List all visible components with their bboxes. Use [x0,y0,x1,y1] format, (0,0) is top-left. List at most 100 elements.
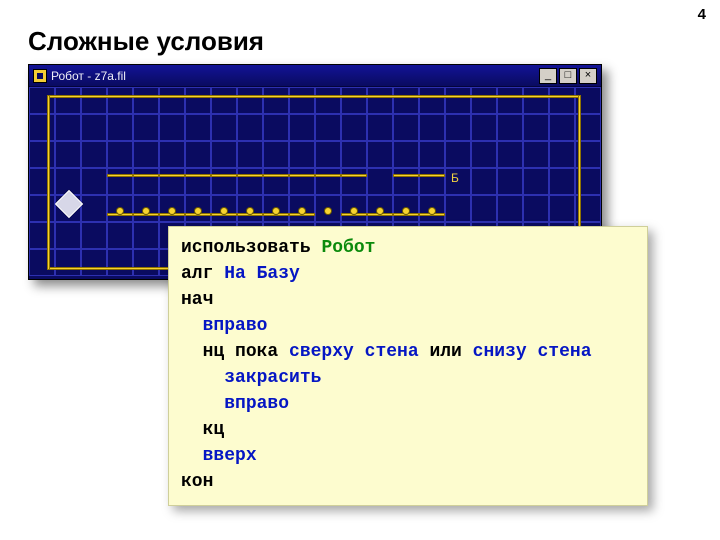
code-token [181,446,203,466]
code-content: использовать Робот алг На Базу нач вправ… [181,235,635,495]
grid-cell [549,141,575,168]
field-dot [247,208,253,214]
grid-cell [55,114,81,141]
wall-segment [393,174,419,177]
wall-segment [159,174,185,177]
maximize-button[interactable]: □ [559,68,577,84]
grid-cell [315,141,341,168]
field-dot [169,208,175,214]
grid-cell [159,87,185,114]
grid-cell [523,168,549,195]
grid-cell [55,141,81,168]
page-number: 4 [698,6,706,23]
field-dot [377,208,383,214]
grid-cell [497,87,523,114]
grid-cell [81,114,107,141]
grid-cell [367,168,393,195]
grid-cell [263,168,289,195]
grid-cell [107,249,133,276]
grid-cell [549,87,575,114]
wall-segment [289,174,315,177]
code-token: На Базу [224,264,300,284]
grid-cell [341,141,367,168]
grid-cell [419,141,445,168]
grid-cell [185,87,211,114]
grid-cell [419,168,445,195]
grid-cell [211,87,237,114]
grid-cell [29,222,55,249]
grid-cell [55,87,81,114]
code-token [181,368,224,388]
grid-cell [471,195,497,222]
grid-cell [367,141,393,168]
grid-cell [211,168,237,195]
field-dot [403,208,409,214]
wall-segment [185,174,211,177]
grid-cell [367,114,393,141]
grid-cell [55,249,81,276]
grid-cell [159,168,185,195]
wall-segment [107,174,133,177]
field-dot [143,208,149,214]
code-token [181,316,203,336]
grid-cell [497,168,523,195]
grid-cell [471,87,497,114]
grid-cell [315,114,341,141]
wall-segment [47,95,581,98]
grid-cell [393,141,419,168]
code-token: нц пока [203,342,289,362]
grid-cell [159,141,185,168]
grid-cell [263,114,289,141]
grid-cell [523,87,549,114]
wall-segment [211,174,237,177]
field-dot [117,208,123,214]
grid-cell [341,168,367,195]
code-token: закрасить [224,368,321,388]
grid-cell [29,141,55,168]
grid-cell [445,114,471,141]
code-token: снизу стена [473,342,592,362]
grid-cell [55,222,81,249]
grid-cell [549,195,575,222]
grid-cell [133,141,159,168]
slide-heading: Сложные условия [28,26,264,57]
grid-cell [315,168,341,195]
grid-cell [133,222,159,249]
wall-segment [133,174,159,177]
grid-cell [523,141,549,168]
code-token: или [419,342,473,362]
grid-cell [133,87,159,114]
window-title: Робот - z7a.fil [51,69,535,83]
field-dot [195,208,201,214]
code-token: вверх [203,446,257,466]
grid-cell [497,114,523,141]
base-label: Б [451,172,459,184]
grid-cell [237,141,263,168]
grid-cell [159,114,185,141]
code-box: использовать Робот алг На Базу нач вправ… [168,226,648,506]
code-token: вправо [203,316,268,336]
grid-cell [81,195,107,222]
grid-cell [471,141,497,168]
code-token [181,420,203,440]
grid-cell [133,168,159,195]
wall-segment [263,174,289,177]
grid-cell [341,87,367,114]
grid-cell [107,87,133,114]
grid-cell [107,168,133,195]
grid-cell [211,114,237,141]
grid-cell [289,168,315,195]
minimize-button[interactable]: _ [539,68,557,84]
grid-cell [263,87,289,114]
grid-cell [211,141,237,168]
grid-cell [185,141,211,168]
close-button[interactable]: × [579,68,597,84]
grid-cell [133,114,159,141]
grid-cell [237,168,263,195]
grid-cell [107,114,133,141]
grid-cell [471,114,497,141]
field-dot [325,208,331,214]
wall-segment [419,174,445,177]
code-token: Робот [321,238,375,258]
code-token: кон [181,472,213,492]
